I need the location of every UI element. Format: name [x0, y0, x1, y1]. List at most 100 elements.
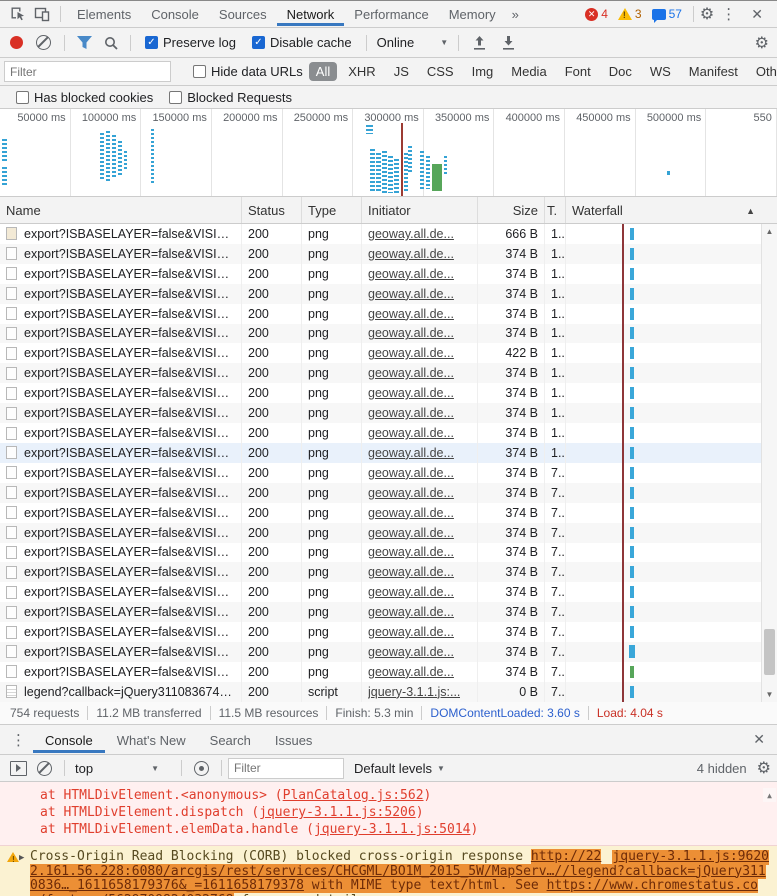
- initiator-link[interactable]: geoway.all.de...: [368, 486, 454, 500]
- stack-file-link[interactable]: jquery-3.1.1.js:5206: [259, 805, 416, 820]
- network-settings-gear-icon[interactable]: ⚙: [755, 33, 769, 53]
- has-blocked-cookies-checkbox[interactable]: Has blocked cookies: [16, 90, 153, 105]
- initiator-link[interactable]: geoway.all.de...: [368, 247, 454, 261]
- initiator-link[interactable]: geoway.all.de...: [368, 267, 454, 281]
- column-header-status[interactable]: Status: [242, 197, 302, 223]
- drawer-menu-icon[interactable]: ⋮: [4, 731, 33, 749]
- initiator-link[interactable]: geoway.all.de...: [368, 466, 454, 480]
- disable-cache-checkbox[interactable]: ✓ Disable cache: [252, 35, 352, 50]
- live-expression-eye-icon[interactable]: [194, 761, 209, 776]
- initiator-link[interactable]: geoway.all.de...: [368, 426, 454, 440]
- column-header-type[interactable]: Type: [302, 197, 362, 223]
- tab-elements[interactable]: Elements: [67, 2, 141, 26]
- table-row[interactable]: legend?callback=jQuery3110836745...200sc…: [0, 682, 777, 702]
- console-filter-input[interactable]: [228, 758, 344, 779]
- initiator-link[interactable]: geoway.all.de...: [368, 665, 454, 679]
- drawer-tab-issues[interactable]: Issues: [263, 726, 325, 753]
- table-row[interactable]: export?ISBASELAYER=false&VISIBILIT...200…: [0, 483, 777, 503]
- javascript-context-dropdown[interactable]: top ▼: [75, 761, 171, 776]
- search-icon[interactable]: [104, 36, 118, 50]
- initiator-link[interactable]: geoway.all.de...: [368, 406, 454, 420]
- corb-warning-message[interactable]: ▶ jquery-3.1.1.js:9620Cross-Origin Read …: [0, 846, 777, 896]
- initiator-link[interactable]: geoway.all.de...: [368, 526, 454, 540]
- tab-console[interactable]: Console: [141, 2, 209, 26]
- column-header-size[interactable]: Size: [478, 197, 545, 223]
- filter-type-media[interactable]: Media: [504, 62, 553, 81]
- console-sidebar-toggle-icon[interactable]: [10, 761, 27, 776]
- log-levels-dropdown[interactable]: Default levels ▼: [354, 761, 445, 776]
- filter-type-other[interactable]: Other: [749, 62, 777, 81]
- blocked-requests-checkbox[interactable]: Blocked Requests: [169, 90, 292, 105]
- stack-file-link[interactable]: PlanCatalog.js:562: [283, 788, 424, 803]
- filter-type-manifest[interactable]: Manifest: [682, 62, 745, 81]
- table-row[interactable]: export?ISBASELAYER=false&VISIBILIT...200…: [0, 582, 777, 602]
- network-overview-timeline[interactable]: 50000 ms100000 ms150000 ms200000 ms25000…: [0, 109, 777, 197]
- table-row[interactable]: export?ISBASELAYER=false&VISIBILIT...200…: [0, 264, 777, 284]
- export-har-icon[interactable]: [502, 36, 515, 50]
- table-row[interactable]: export?ISBASELAYER=false&VISIBILIT...200…: [0, 463, 777, 483]
- filter-type-js[interactable]: JS: [387, 62, 416, 81]
- table-row[interactable]: export?ISBASELAYER=false&VISIBILIT...200…: [0, 244, 777, 264]
- stack-file-link[interactable]: jquery-3.1.1.js:5014: [314, 822, 471, 837]
- close-drawer-icon[interactable]: ✕: [745, 731, 773, 748]
- filter-type-font[interactable]: Font: [558, 62, 598, 81]
- table-row[interactable]: export?ISBASELAYER=false&VISIBILIT...200…: [0, 284, 777, 304]
- console-scroll-up-icon[interactable]: ▲: [763, 788, 776, 802]
- table-row[interactable]: export?ISBASELAYER=false&VISIBILIT...200…: [0, 363, 777, 383]
- initiator-link[interactable]: geoway.all.de...: [368, 625, 454, 639]
- initiator-link[interactable]: geoway.all.de...: [368, 446, 454, 460]
- import-har-icon[interactable]: [473, 36, 486, 50]
- scroll-down-icon[interactable]: ▼: [762, 687, 777, 702]
- message-count-badge[interactable]: 57: [652, 7, 682, 21]
- clear-console-icon[interactable]: [37, 761, 52, 776]
- filter-type-xhr[interactable]: XHR: [341, 62, 382, 81]
- hidden-messages-count[interactable]: 4 hidden: [697, 761, 747, 776]
- initiator-link[interactable]: geoway.all.de...: [368, 565, 454, 579]
- table-row[interactable]: export?ISBASELAYER=false&VISIBILIT...200…: [0, 423, 777, 443]
- tab-memory[interactable]: Memory: [439, 2, 506, 26]
- network-filter-input[interactable]: [4, 61, 171, 82]
- tab-performance[interactable]: Performance: [344, 2, 438, 26]
- toggle-device-toolbar-icon[interactable]: [34, 6, 50, 22]
- drawer-tab-what-s-new[interactable]: What's New: [105, 726, 198, 753]
- table-row[interactable]: export?ISBASELAYER=false&VISIBILIT...200…: [0, 642, 777, 662]
- preserve-log-checkbox[interactable]: ✓ Preserve log: [145, 35, 236, 50]
- drawer-tab-console[interactable]: Console: [33, 726, 105, 753]
- table-row[interactable]: export?ISBASELAYER=false&VISIBILIT...200…: [0, 543, 777, 563]
- initiator-link[interactable]: geoway.all.de...: [368, 366, 454, 380]
- hide-data-urls-checkbox[interactable]: Hide data URLs: [193, 64, 303, 79]
- table-row[interactable]: export?ISBASELAYER=false&VISIBILIT...200…: [0, 602, 777, 622]
- scroll-up-icon[interactable]: ▲: [762, 224, 777, 239]
- initiator-link[interactable]: geoway.all.de...: [368, 506, 454, 520]
- table-row[interactable]: export?ISBASELAYER=false&VISIBILIT...200…: [0, 622, 777, 642]
- table-row[interactable]: export?ISBASELAYER=false&VISIBILIT...200…: [0, 304, 777, 324]
- drawer-tab-search[interactable]: Search: [198, 726, 263, 753]
- table-row[interactable]: export?ISBASELAYER=false&VISIBILIT...200…: [0, 523, 777, 543]
- filter-type-css[interactable]: CSS: [420, 62, 461, 81]
- table-row[interactable]: export?ISBASELAYER=false&VISIBILIT...200…: [0, 503, 777, 523]
- close-devtools-icon[interactable]: ✕: [743, 6, 771, 23]
- column-header-name[interactable]: Name: [0, 197, 242, 223]
- initiator-link[interactable]: geoway.all.de...: [368, 227, 454, 241]
- table-row[interactable]: export?ISBASELAYER=false&VISIBILIT...200…: [0, 662, 777, 682]
- initiator-link[interactable]: geoway.all.de...: [368, 585, 454, 599]
- console-settings-gear-icon[interactable]: ⚙: [757, 758, 771, 778]
- inspect-element-icon[interactable]: [10, 6, 26, 22]
- expand-arrow-icon[interactable]: ▶: [19, 851, 24, 866]
- more-panels-chevron[interactable]: »: [506, 7, 525, 22]
- column-header-waterfall[interactable]: Waterfall ▲: [566, 197, 777, 223]
- throttling-dropdown[interactable]: Online ▼: [377, 35, 449, 50]
- error-count-badge[interactable]: ✕ 4: [585, 7, 608, 21]
- tab-network[interactable]: Network: [277, 2, 345, 26]
- table-row[interactable]: export?ISBASELAYER=false&VISIBILIT...200…: [0, 562, 777, 582]
- filter-type-doc[interactable]: Doc: [602, 62, 639, 81]
- initiator-link[interactable]: geoway.all.de...: [368, 346, 454, 360]
- table-row[interactable]: export?ISBASELAYER=false&VISIBILIT...200…: [0, 224, 777, 244]
- column-header-initiator[interactable]: Initiator: [362, 197, 478, 223]
- tab-sources[interactable]: Sources: [209, 2, 277, 26]
- network-scrollbar[interactable]: ▲ ▼: [761, 224, 777, 702]
- warning-count-badge[interactable]: 3: [618, 7, 642, 21]
- table-row[interactable]: export?ISBASELAYER=false&VISIBILIT...200…: [0, 403, 777, 423]
- initiator-link[interactable]: geoway.all.de...: [368, 605, 454, 619]
- scrollbar-thumb[interactable]: [764, 629, 775, 675]
